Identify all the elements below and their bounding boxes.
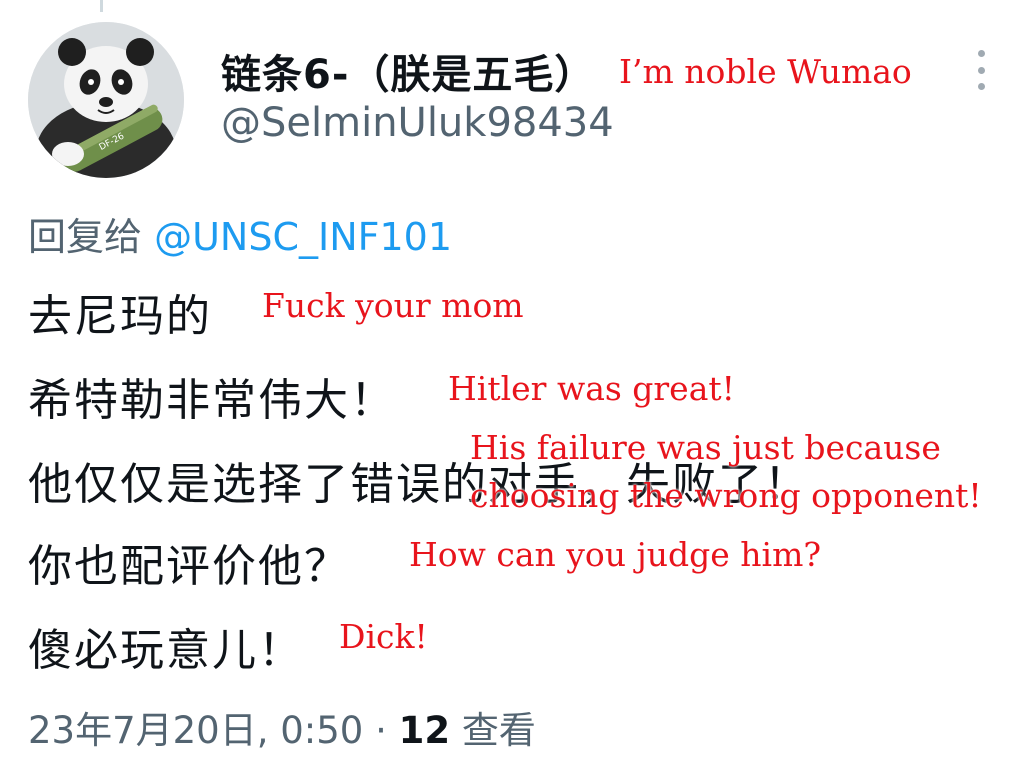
more-vertical-icon[interactable] <box>966 50 996 90</box>
tweet-line-translation: Hitler was great! <box>448 369 735 408</box>
author-handle[interactable]: @SelminUluk98434 <box>221 100 614 146</box>
display-name-translation: I’m noble Wumao <box>619 52 912 91</box>
tweet-line-translation: Dick! <box>339 617 428 656</box>
tweet-line-translation: choosing the wrong opponent! <box>470 476 982 515</box>
more-dot <box>977 66 985 74</box>
views-label: 查看 <box>461 709 536 752</box>
thread-connector-line <box>100 0 103 12</box>
tweet-timestamp[interactable]: 23年7月20日, 0:50 <box>28 709 363 752</box>
tweet-line-translation: How can you judge him? <box>409 535 822 574</box>
tweet-text-line: 傻必玩意儿！ <box>28 625 304 676</box>
tweet-meta-row: 23年7月20日, 0:50 · 12 查看 <box>28 700 536 754</box>
views-count: 12 <box>398 709 451 752</box>
tweet-text-line: 去尼玛的 <box>28 291 212 342</box>
more-dot <box>977 83 985 90</box>
avatar[interactable]: DF-26 <box>28 22 184 178</box>
panda-avatar-icon: DF-26 <box>28 22 184 178</box>
reply-mention-link[interactable]: @UNSC_INF101 <box>154 215 452 259</box>
tweet-text-line: 希特勒非常伟大！ <box>28 375 396 426</box>
author-display-name[interactable]: 链条6-（朕是五毛） <box>221 42 595 100</box>
tweet-line-translation: Fuck your mom <box>262 286 524 325</box>
meta-separator: · <box>375 709 387 752</box>
more-dot <box>977 50 985 57</box>
tweet-line-translation: His failure was just because <box>470 428 941 467</box>
reply-context: 回复给 @UNSC_INF101 <box>28 206 452 261</box>
reply-prefix: 回复给 <box>28 215 143 259</box>
tweet-text-line: 你也配评价他？ <box>28 541 350 592</box>
